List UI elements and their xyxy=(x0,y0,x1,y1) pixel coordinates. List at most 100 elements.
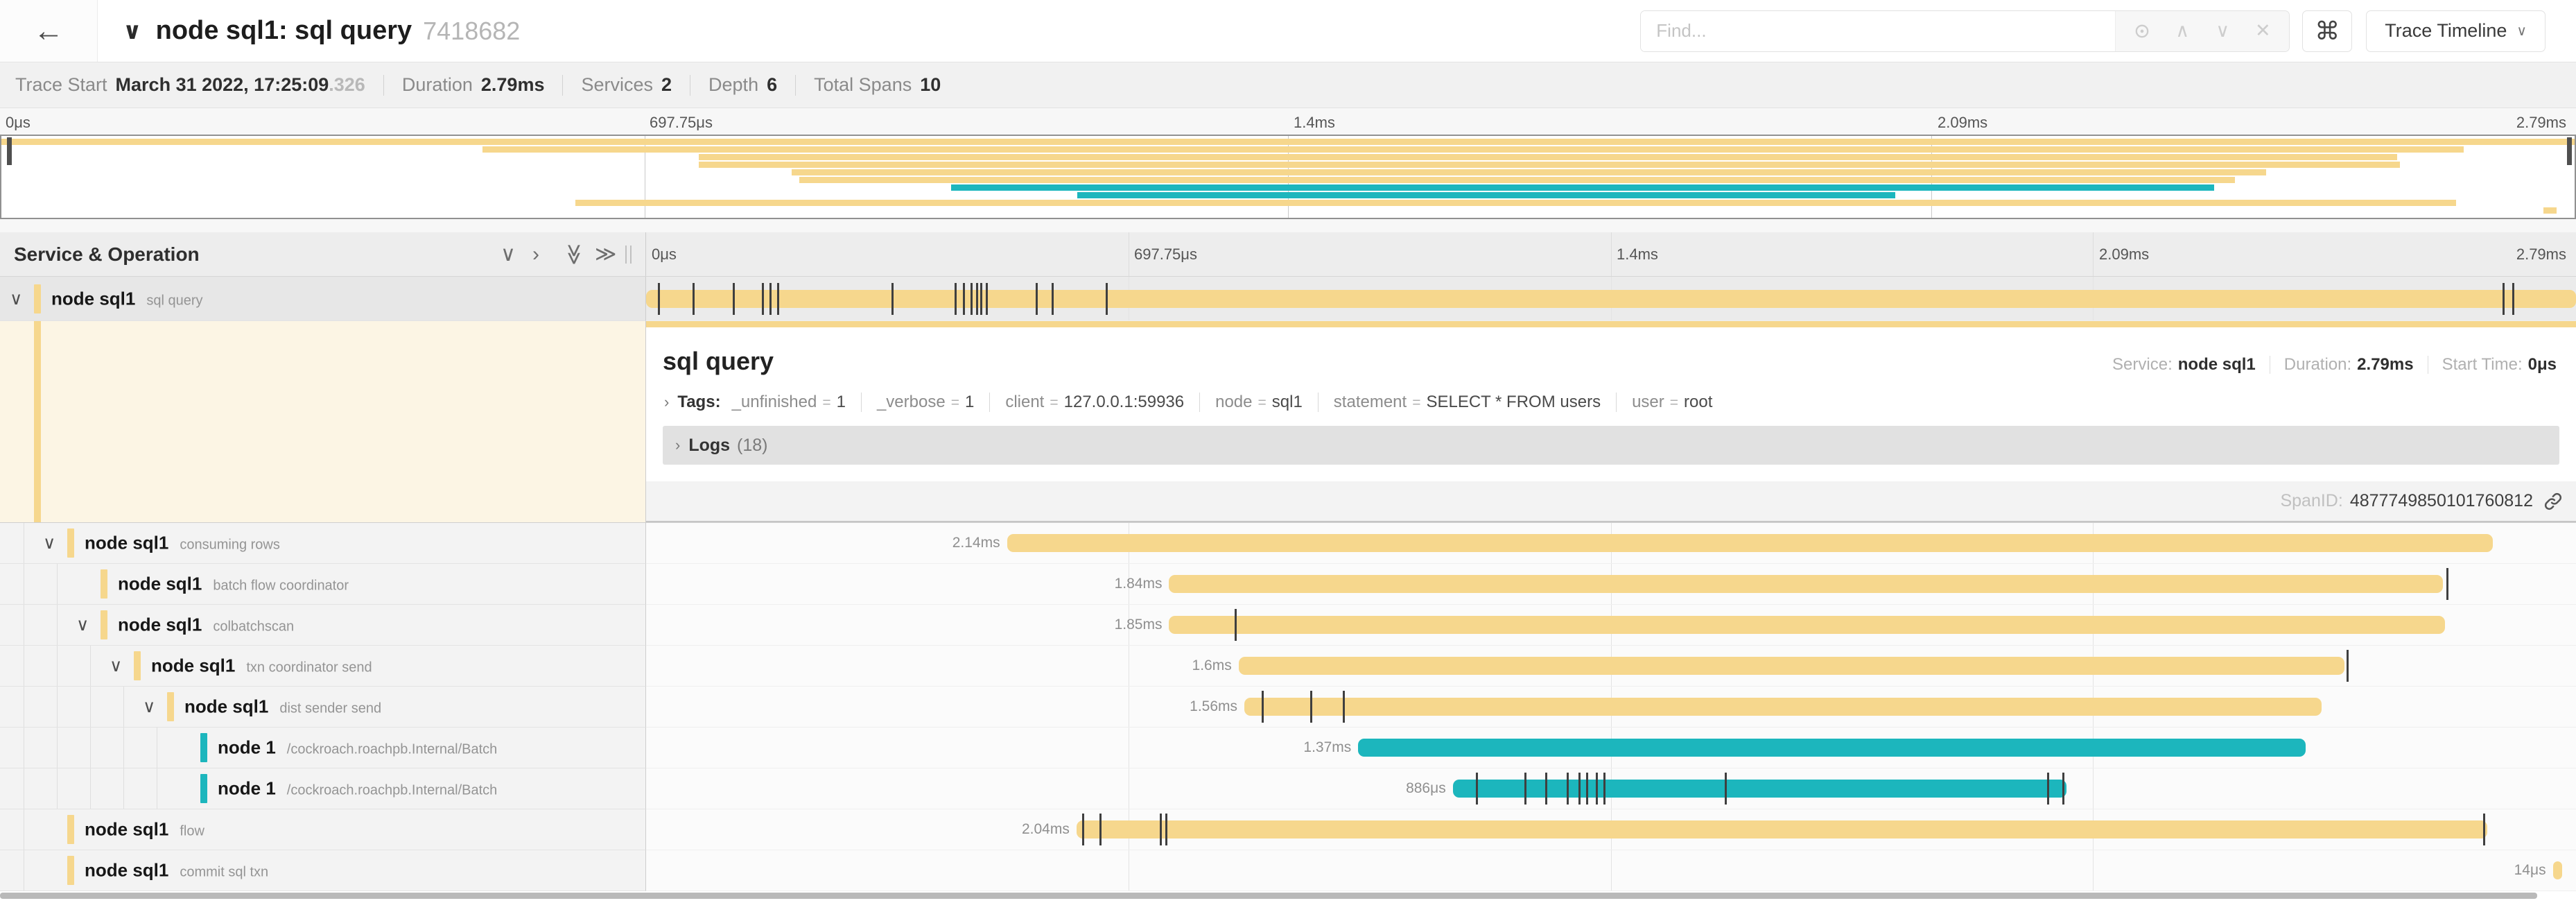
span-bar-row[interactable]: 1.56ms xyxy=(646,687,2576,728)
span-bar-row[interactable]: 2.14ms xyxy=(646,523,2576,564)
span-duration-bar[interactable] xyxy=(1358,739,2306,757)
span-duration-bar[interactable] xyxy=(1077,820,2487,839)
logs-accordion[interactable]: › Logs (18) xyxy=(663,426,2559,465)
collapse-toggle-icon[interactable]: ∨ xyxy=(143,696,155,717)
deep-link-icon[interactable] xyxy=(2543,491,2564,512)
horizontal-scrollbar-track[interactable] xyxy=(0,891,2576,900)
log-marker-tick xyxy=(2047,773,2049,805)
span-tree-label: node sql1commit sql txn xyxy=(85,860,268,882)
span-tree-row[interactable]: ∨ node sql1consuming rows xyxy=(0,523,646,564)
span-tree-label: node sql1consuming rows xyxy=(85,533,280,554)
span-color-bar xyxy=(34,284,41,313)
start-time-value: 0μs xyxy=(2528,355,2557,375)
trace-collapse-icon[interactable]: ∨ xyxy=(123,17,142,45)
span-bar-row[interactable]: 14μs xyxy=(646,850,2576,891)
collapse-toggle-icon[interactable]: ∨ xyxy=(76,614,89,635)
find-prev-icon[interactable]: ∧ xyxy=(2168,20,2196,42)
collapse-toggle-icon[interactable]: ∨ xyxy=(10,289,22,309)
trace-title: node sql1: sql query xyxy=(156,16,412,46)
collapse-one-icon[interactable]: ∨ xyxy=(501,244,516,265)
span-duration-bar[interactable] xyxy=(1244,698,2321,716)
axis-tick-label: 2.09ms xyxy=(2099,246,2149,264)
find-clear-icon[interactable]: ✕ xyxy=(2249,20,2277,42)
span-tree-row[interactable]: node 1/cockroach.roachpb.Internal/Batch xyxy=(0,728,646,768)
tags-accordion[interactable]: › Tags: _unfinished=1_verbose=1client=12… xyxy=(646,376,2576,412)
detail-span-bar[interactable] xyxy=(646,321,2576,327)
trace-id: 7418682 xyxy=(423,17,520,46)
find-group: ∧ ∨ ✕ xyxy=(1640,10,2290,52)
span-duration-bar[interactable] xyxy=(646,290,2576,308)
collapse-all-icon[interactable]: ≫ xyxy=(564,243,584,265)
span-tree-label: node sql1sql query xyxy=(51,288,203,309)
trace-view-selector[interactable]: Trace Timeline ∨ xyxy=(2366,10,2545,52)
span-tree-row[interactable]: node 1/cockroach.roachpb.Internal/Batch xyxy=(0,768,646,809)
span-duration-bar[interactable] xyxy=(1239,657,2344,675)
log-marker-tick xyxy=(693,283,695,315)
span-bar-row[interactable]: 886μs xyxy=(646,768,2576,809)
summary-item: Duration2.79ms xyxy=(402,74,545,96)
minimap-canvas[interactable] xyxy=(0,135,2576,219)
span-bar-row[interactable]: 2.04ms xyxy=(646,809,2576,850)
span-tree-row[interactable]: ∨ node sql1dist sender send xyxy=(0,687,646,728)
trace-timeline-page: ← ∨ node sql1: sql query 7418682 ∧ ∨ ✕ ⌘… xyxy=(0,0,2576,903)
tag-value: 1 xyxy=(837,393,846,412)
axis-tick-label: 697.75μs xyxy=(650,114,713,132)
indent-guide xyxy=(90,687,91,727)
tag-equals: = xyxy=(822,395,830,411)
log-marker-tick xyxy=(2062,773,2064,805)
log-marker-tick xyxy=(658,283,660,315)
span-service-name: node sql1 xyxy=(85,533,168,553)
log-marker-tick xyxy=(777,283,779,315)
span-duration-bar[interactable] xyxy=(1169,575,2442,593)
log-marker-tick xyxy=(1262,691,1264,723)
axis-tick-label: 1.4ms xyxy=(1294,114,1335,132)
summary-value: 2.79ms xyxy=(481,74,545,96)
span-service-name: node sql1 xyxy=(85,819,168,840)
span-tree-row[interactable]: ∨node sql1colbatchscan xyxy=(0,605,646,646)
panel-resizer[interactable] xyxy=(625,246,632,264)
span-tree-row[interactable]: node sql1commit sql txn xyxy=(0,850,646,891)
duration-label: Duration: xyxy=(2284,355,2351,375)
axis-tick-label: 697.75μs xyxy=(1134,246,1197,264)
minimap-right-handle[interactable] xyxy=(2567,137,2572,165)
span-service-name: node sql1 xyxy=(118,614,202,635)
match-locate-icon[interactable] xyxy=(2128,22,2156,41)
log-marker-tick xyxy=(1476,773,1478,805)
span-duration-bar[interactable] xyxy=(1169,616,2444,634)
span-tree-row[interactable]: ∨ node sql1sql query xyxy=(0,277,646,321)
indent-guide xyxy=(123,728,124,768)
summary-label: Total Spans xyxy=(814,74,912,96)
span-bar-row[interactable]: 1.37ms xyxy=(646,728,2576,768)
span-bar-row[interactable] xyxy=(646,277,2576,321)
minimap-axis: 0μs697.75μs1.4ms2.09ms2.79ms xyxy=(0,108,2576,135)
collapse-toggle-icon[interactable]: ∨ xyxy=(110,655,122,676)
span-bar-row[interactable]: 1.84ms xyxy=(646,564,2576,605)
back-button[interactable]: ← xyxy=(0,0,98,62)
span-operation-name: batch flow coordinator xyxy=(213,578,349,594)
span-tree-row[interactable]: ∨node sql1txn coordinator send xyxy=(0,646,646,687)
expand-all-icon[interactable]: ≫ xyxy=(595,244,616,265)
span-operation-name: commit sql txn xyxy=(180,865,268,880)
tag-item: _unfinished=1 xyxy=(732,393,846,412)
span-tree-row[interactable]: node sql1batch flow coordinator xyxy=(0,564,646,605)
span-duration-label: 1.84ms xyxy=(1115,576,1163,592)
find-next-icon[interactable]: ∨ xyxy=(2209,20,2236,42)
minimap-left-handle[interactable] xyxy=(7,137,12,165)
indent-guide xyxy=(123,768,124,809)
span-tree-row[interactable]: node sql1flow xyxy=(0,809,646,850)
log-marker-tick xyxy=(2483,814,2485,845)
span-bar-row[interactable]: 1.85ms xyxy=(646,605,2576,646)
span-duration-bar[interactable] xyxy=(2553,861,2563,879)
minimap-span-bar xyxy=(2543,207,2557,214)
horizontal-scrollbar-thumb[interactable] xyxy=(0,893,2537,899)
span-tree-label: node sql1dist sender send xyxy=(184,696,381,718)
collapse-toggle-icon[interactable]: ∨ xyxy=(43,533,55,553)
span-duration-bar[interactable] xyxy=(1007,534,2494,552)
span-bar-row[interactable]: 1.6ms xyxy=(646,646,2576,687)
expand-one-icon[interactable]: › xyxy=(532,244,539,265)
summary-item: Trace StartMarch 31 2022, 17:25:09.326 xyxy=(15,74,365,96)
chevron-right-icon: › xyxy=(664,393,669,411)
keyboard-shortcuts-button[interactable]: ⌘ xyxy=(2302,10,2352,52)
tag-equals: = xyxy=(1258,395,1267,411)
find-input[interactable] xyxy=(1641,11,2115,51)
